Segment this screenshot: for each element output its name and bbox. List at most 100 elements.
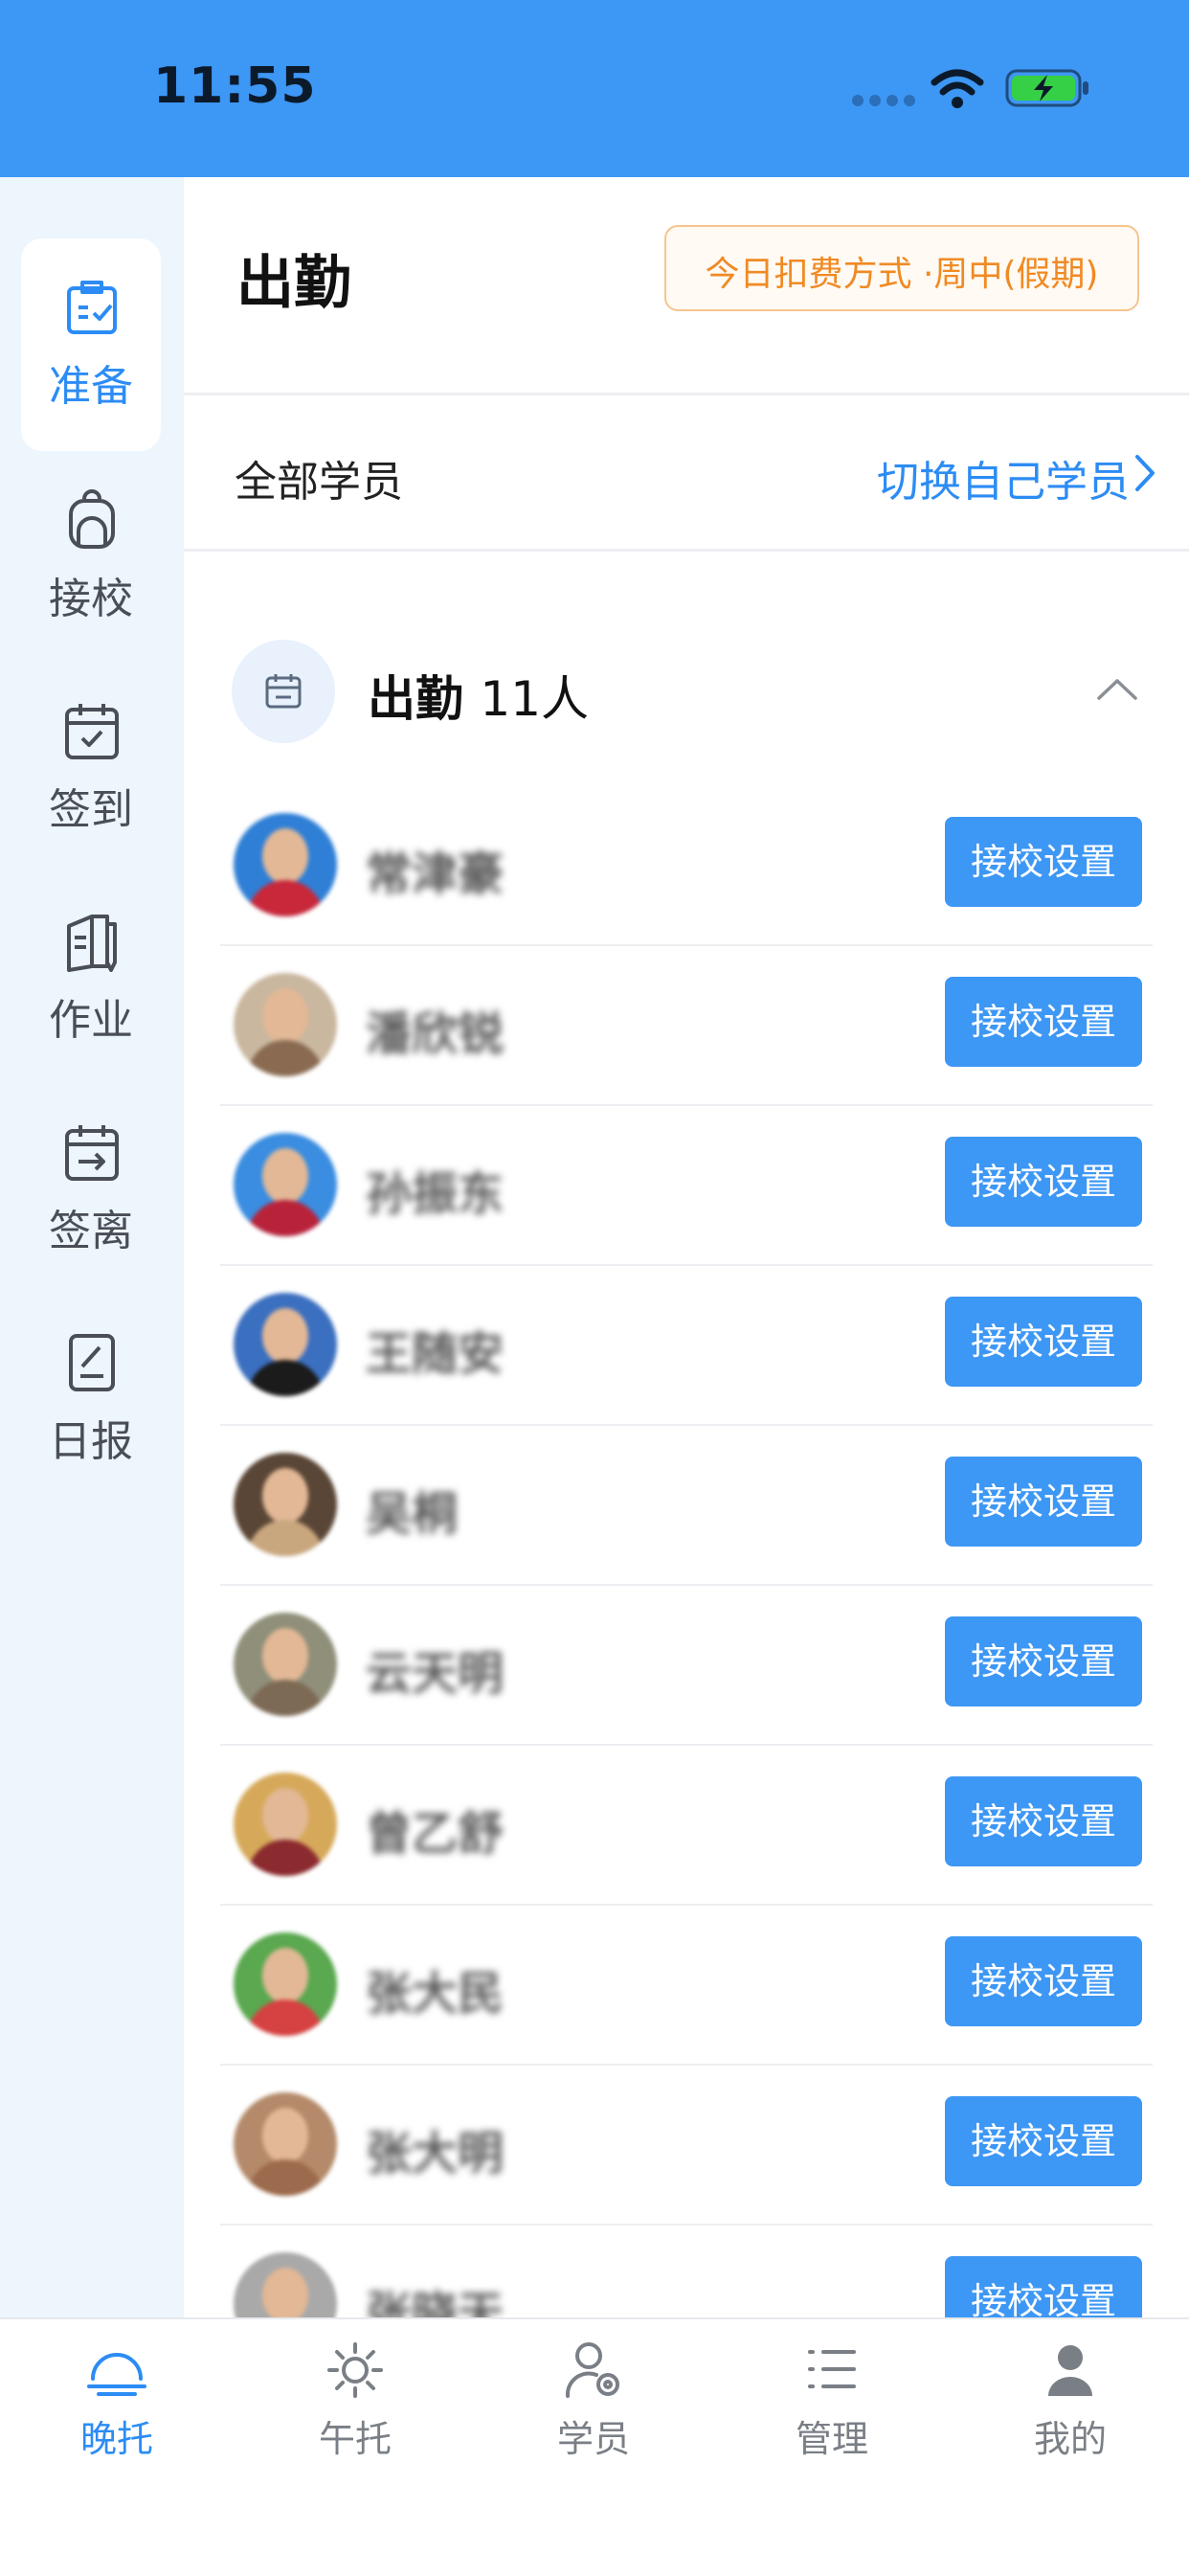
divider xyxy=(184,393,1189,395)
homework-book-icon xyxy=(67,915,117,972)
status-bar: 11:55 xyxy=(0,0,1189,177)
student-name: 王随安 xyxy=(366,1327,505,1381)
student-row: 潘欣锐 接校设置 xyxy=(184,946,1189,1106)
student-name: 张大民 xyxy=(366,1967,505,2021)
chevron-up-icon[interactable] xyxy=(1095,675,1139,704)
tab-profile[interactable]: 我的 xyxy=(975,2339,1166,2462)
sidebar-item-pickup[interactable]: 接校 xyxy=(21,451,161,664)
switch-own-students-link[interactable]: 切换自己学员 xyxy=(877,447,1130,508)
student-name: 吴桐 xyxy=(366,1487,459,1541)
student-row: 常津豪 接校设置 xyxy=(184,786,1189,946)
avatar-head xyxy=(262,1308,308,1364)
student-row: 孙振东 接校设置 xyxy=(184,1106,1189,1266)
avatar-head xyxy=(262,1468,308,1524)
avatar-head xyxy=(262,2108,308,2163)
avatar xyxy=(234,973,337,1076)
sidebar-item-daily-report[interactable]: 日报 xyxy=(21,1294,161,1506)
pickup-settings-button[interactable]: 接校设置 xyxy=(945,2096,1142,2186)
report-icon xyxy=(69,1334,115,1391)
fee-mode-badge[interactable]: 今日扣费方式 ·周中(假期) xyxy=(664,225,1139,311)
pickup-settings-button[interactable]: 接校设置 xyxy=(945,1297,1142,1387)
evening-icon xyxy=(87,2353,146,2396)
attendance-section-title: 出勤 11人 xyxy=(368,661,589,730)
student-name: 孙振东 xyxy=(366,1167,505,1221)
student-name: 张大明 xyxy=(366,2127,505,2181)
attendance-title-label: 出勤 xyxy=(368,671,463,727)
wifi-icon xyxy=(931,69,984,108)
avatar xyxy=(234,2092,337,2196)
list-icon xyxy=(808,2350,856,2388)
avatar-head xyxy=(262,1148,308,1204)
attendance-icon-badge xyxy=(232,640,335,743)
avatar xyxy=(234,1133,337,1236)
tab-students[interactable]: 学员 xyxy=(498,2339,689,2462)
avatar-body xyxy=(247,1520,324,1556)
tab-management[interactable]: 管理 xyxy=(736,2339,928,2462)
cellular-signal-icon xyxy=(852,92,921,110)
avatar-head xyxy=(262,2268,308,2323)
sidebar-item-checkin[interactable]: 签到 xyxy=(21,662,161,874)
calendar-exit-icon xyxy=(65,1125,119,1181)
avatar-body xyxy=(247,1360,324,1396)
avatar xyxy=(234,1613,337,1716)
student-row: 张大民 接校设置 xyxy=(184,1906,1189,2066)
sidebar-item-checkout[interactable]: 签离 xyxy=(21,1083,161,1296)
tab-evening-care[interactable]: 晚托 xyxy=(21,2339,213,2462)
student-row: 曾乙舒 接校设置 xyxy=(184,1746,1189,1906)
avatar xyxy=(234,813,337,916)
avatar-body xyxy=(247,1200,324,1236)
avatar-body xyxy=(247,1840,324,1876)
calendar-icon xyxy=(265,674,302,709)
avatar-body xyxy=(247,1680,324,1716)
pickup-settings-button[interactable]: 接校设置 xyxy=(945,817,1142,907)
clipboard-check-icon xyxy=(67,281,117,334)
student-row: 王随安 接校设置 xyxy=(184,1266,1189,1426)
student-row: 吴桐 接校设置 xyxy=(184,1426,1189,1586)
sidebar: 准备 接校 签到 作业 签离 日报 xyxy=(0,177,184,2317)
battery-charging-icon xyxy=(1005,69,1088,107)
pickup-settings-button[interactable]: 接校设置 xyxy=(945,1616,1142,1706)
fee-mode-label: 今日扣费方式 ·周中(假期) xyxy=(705,255,1099,294)
pickup-settings-button[interactable]: 接校设置 xyxy=(945,1776,1142,1866)
avatar xyxy=(234,1453,337,1556)
pickup-settings-button[interactable]: 接校设置 xyxy=(945,977,1142,1067)
attendance-count: 11人 xyxy=(480,671,590,727)
main-content: 出勤 今日扣费方式 ·周中(假期) 全部学员 切换自己学员 出勤 11人 常津豪… xyxy=(184,177,1189,2385)
chevron-right-icon[interactable] xyxy=(1130,451,1158,495)
pickup-settings-button[interactable]: 接校设置 xyxy=(945,1936,1142,2026)
avatar-body xyxy=(247,880,324,916)
bottom-tab-bar: 晚托 午托 学员 管理 我的 xyxy=(0,2317,1189,2576)
avatar xyxy=(234,1932,337,2036)
student-row: 张大明 接校设置 xyxy=(184,2066,1189,2226)
avatar-head xyxy=(262,1628,308,1683)
avatar-head xyxy=(262,828,308,884)
student-row: 云天明 接校设置 xyxy=(184,1586,1189,1746)
student-settings-icon xyxy=(565,2342,619,2398)
avatar-body xyxy=(247,2000,324,2036)
student-name: 常津豪 xyxy=(366,847,505,901)
avatar-body xyxy=(247,1040,324,1076)
sidebar-item-homework[interactable]: 作业 xyxy=(21,872,161,1085)
avatar-head xyxy=(262,988,308,1044)
sidebar-item-prepare[interactable]: 准备 xyxy=(21,238,161,451)
sun-icon xyxy=(327,2342,383,2398)
student-name: 云天明 xyxy=(366,1647,505,1701)
student-name: 潘欣锐 xyxy=(366,1007,505,1061)
status-time: 11:55 xyxy=(153,57,317,115)
pickup-settings-button[interactable]: 接校设置 xyxy=(945,1457,1142,1547)
tab-noon-care[interactable]: 午托 xyxy=(259,2339,451,2462)
avatar-head xyxy=(262,1948,308,2003)
profile-icon xyxy=(1048,2345,1092,2396)
page-title: 出勤 xyxy=(236,250,351,317)
avatar xyxy=(234,1773,337,1876)
calendar-check-icon xyxy=(65,704,119,759)
avatar-head xyxy=(262,1788,308,1843)
student-list: 常津豪 接校设置 潘欣锐 接校设置 孙振东 接校设置 王随安 接校设置 吴桐 接校设置 云天明 接校设… xyxy=(184,786,1189,2385)
all-students-label: 全部学员 xyxy=(235,458,403,507)
student-name: 曾乙舒 xyxy=(366,1807,505,1861)
divider xyxy=(184,549,1189,552)
backpack-icon xyxy=(69,489,115,549)
avatar xyxy=(234,1293,337,1396)
pickup-settings-button[interactable]: 接校设置 xyxy=(945,1137,1142,1227)
avatar-body xyxy=(247,2159,324,2196)
